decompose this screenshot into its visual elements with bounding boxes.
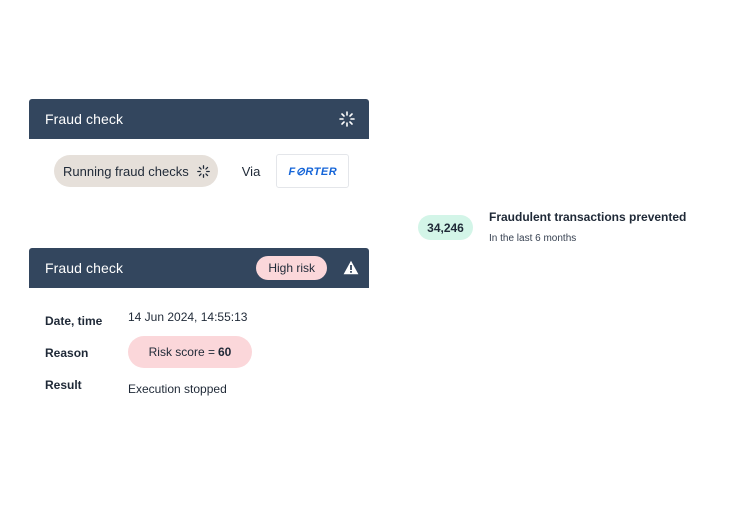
forter-logo-text: F⊘RTER [288, 165, 338, 178]
fraud-check-header: Fraud check [29, 99, 369, 139]
risk-score-value: 60 [218, 345, 232, 359]
date-time-value: 14 Jun 2024, 14:55:13 [128, 310, 248, 324]
reason-label: Reason [45, 346, 89, 360]
stat-title: Fraudulent transactions prevented [489, 210, 687, 224]
fraud-count-badge: 34,246 [418, 215, 473, 240]
risk-score-pill: Risk score = 60 [128, 336, 252, 368]
risk-badge: High risk [256, 256, 327, 280]
forter-logo: F⊘RTER [276, 154, 350, 188]
panel-title: Fraud check [45, 111, 124, 127]
stat-subtitle: In the last 6 months [489, 233, 577, 244]
panel-title: Fraud check [45, 260, 124, 276]
running-status-pill: Running fraud checks [54, 155, 218, 187]
running-status-label: Running fraud checks [63, 163, 189, 179]
date-time-label: Date, time [45, 314, 103, 328]
warning-icon [343, 260, 359, 275]
fraud-check-result-header: Fraud check High risk [29, 248, 369, 288]
spinner-icon [339, 111, 355, 127]
risk-score-prefix: Risk score = [148, 345, 215, 359]
spinner-icon [196, 164, 210, 178]
via-label: Via [241, 163, 261, 179]
result-label: Result [45, 378, 82, 392]
running-status-row: Running fraud checks Via F⊘RTER [54, 154, 350, 188]
result-value: Execution stopped [128, 382, 227, 396]
